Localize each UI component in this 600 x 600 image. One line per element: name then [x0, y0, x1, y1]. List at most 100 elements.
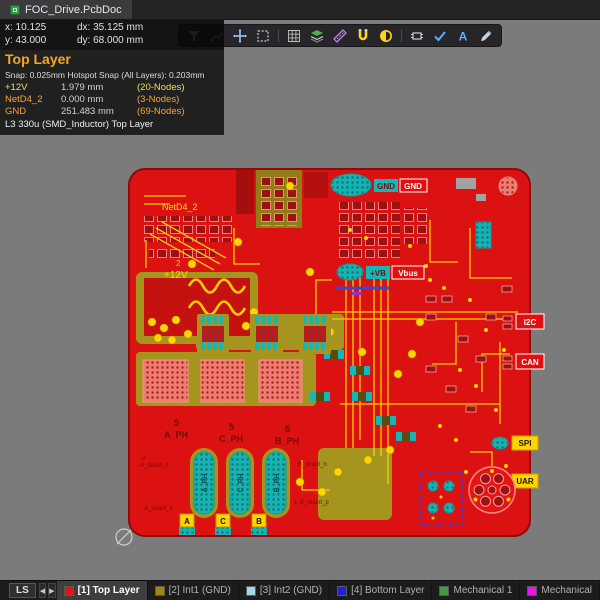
vbus-net-chip[interactable]: Vbus: [392, 266, 424, 279]
layer-tab-int1[interactable]: [2] Int1 (GND): [148, 581, 239, 600]
gnd-net-label: GND: [404, 182, 422, 191]
move-icon[interactable]: [232, 28, 248, 44]
connector-can[interactable]: CAN: [516, 354, 544, 369]
designator-l-ref: 2: [176, 259, 181, 268]
heads-up-display: x: 10.125 dx: 35.125 mm y: 43.000 dy: 68…: [0, 20, 224, 135]
phase-output-pad[interactable]: A_PH C_PH B_PH: [190, 448, 290, 518]
gnd-oval-pad[interactable]: [331, 174, 371, 196]
vb-pad-label: +VB: [370, 269, 386, 278]
bus-stub: [352, 292, 362, 295]
layer-color-chip: [527, 586, 537, 596]
layer-color-chip: [337, 586, 347, 596]
layer-tab-bottom-layer[interactable]: [4] Bottom Layer: [330, 581, 432, 600]
net-info-row: +12V 1.979 mm (20-Nodes): [0, 82, 224, 94]
select-area-icon[interactable]: [255, 28, 271, 44]
layer-color-chip: [246, 586, 256, 596]
grid-icon[interactable]: [286, 28, 302, 44]
svg-text:A_PH: A_PH: [164, 430, 188, 440]
net-info-row: GND 251.483 mm (69-Nodes): [0, 106, 224, 118]
connector-i2c[interactable]: I2C: [516, 314, 544, 329]
verify-icon[interactable]: [432, 28, 448, 44]
layer-color-chip: [439, 586, 449, 596]
svg-text:B_shunt_n: B_shunt_n: [298, 462, 327, 468]
next-layer-button[interactable]: ▶: [48, 583, 55, 598]
phase-pad-label: B_PH: [274, 474, 281, 493]
layer-color-chip: [64, 586, 74, 596]
driver-ic[interactable]: [197, 314, 331, 354]
svg-text:C_PH: C_PH: [219, 434, 243, 444]
layer-tab-int2[interactable]: [3] Int2 (GND): [239, 581, 330, 600]
mount-hole[interactable]: [499, 177, 517, 195]
document-tab-label: FOC_Drive.PcbDoc: [25, 4, 122, 16]
vbus-net-label: Vbus: [398, 269, 418, 278]
svg-text:A: A: [459, 29, 468, 43]
power-mosfet-pad[interactable]: [143, 360, 302, 402]
document-tab-bar: FOC_Drive.PcbDoc: [0, 0, 600, 20]
pin-label: A: [184, 517, 190, 526]
connector-label: SPI: [519, 439, 532, 448]
rotary-connector[interactable]: [469, 467, 515, 513]
gnd-net-chip[interactable]: GND: [400, 179, 427, 192]
edge-pad[interactable]: [476, 222, 491, 248]
layer-tab-label: Mechanical 1: [453, 585, 512, 596]
coord-y: y: 43.000: [5, 35, 77, 48]
connector-label: CAN: [521, 358, 539, 367]
layer-tab-label: [1] Top Layer: [78, 585, 140, 596]
pcb-editor-canvas[interactable]: A_PH C_PH B_PH: [0, 20, 600, 580]
toolbar-divider: [278, 29, 279, 42]
layer-tab-label: [4] Bottom Layer: [351, 585, 424, 596]
net-info-row: NetD4_2 0.000 mm (3-Nodes): [0, 94, 224, 106]
phase-pad-label: C_PH: [238, 474, 245, 493]
net-label-12v: +12V: [164, 270, 188, 281]
connector-spi[interactable]: SPI: [492, 436, 538, 450]
layer-tab-top-layer[interactable]: [1] Top Layer: [57, 581, 148, 600]
layer-tab-label: Mechanical: [541, 585, 592, 596]
toolbar-divider: [401, 29, 402, 42]
coord-dy: dy: 68.000 mm: [77, 35, 143, 48]
measure-icon[interactable]: [332, 28, 348, 44]
layer-set-button[interactable]: LS: [9, 583, 36, 598]
svg-text:5: 5: [229, 422, 234, 432]
component-icon[interactable]: [409, 28, 425, 44]
svg-text:5: 5: [285, 424, 290, 434]
phase-pad-label: A_PH: [202, 474, 209, 493]
pin-label: C: [220, 517, 226, 526]
layer-tab-mechanical-2[interactable]: Mechanical: [520, 581, 600, 600]
document-tab[interactable]: FOC_Drive.PcbDoc: [0, 0, 132, 19]
net-label-netd4-2: NetD4_2: [162, 202, 198, 212]
bottom-pin[interactable]: A C B: [179, 514, 267, 535]
altium-pcb-editor: FOC_Drive.PcbDoc: [0, 0, 600, 600]
vb-oval-pad[interactable]: [337, 264, 363, 280]
svg-text:B_shunt_p: B_shunt_p: [300, 500, 329, 506]
gnd-pad-label: GND: [377, 182, 395, 191]
mask-level-icon[interactable]: [378, 28, 394, 44]
layer-tab-label: [3] Int2 (GND): [260, 585, 322, 596]
origin-marker: [116, 529, 132, 545]
layer-color-chip: [155, 586, 165, 596]
snap-info: Snap: 0.025mm Hotspot Snap (All Layers):…: [0, 70, 224, 83]
svg-text:A_shunt_1: A_shunt_1: [144, 506, 173, 512]
layer-tab-mechanical-1[interactable]: Mechanical 1: [432, 581, 520, 600]
text-tool-icon[interactable]: A: [455, 28, 471, 44]
svg-text:B_PH: B_PH: [275, 436, 299, 446]
pcb-doc-icon: [10, 5, 20, 15]
svg-text:A_shunt_2: A_shunt_2: [140, 463, 169, 469]
draw-tool-icon[interactable]: [478, 28, 494, 44]
connector-label: I2C: [524, 318, 537, 327]
connector-label: UAR: [516, 477, 534, 486]
layer-status-bar: LS ◀ ▶ [1] Top Layer [2] Int1 (GND) [3] …: [0, 580, 600, 600]
layer-stack-icon[interactable]: [309, 28, 325, 44]
current-layer-title: Top Layer: [0, 50, 224, 70]
layer-tab-label: [2] Int1 (GND): [169, 585, 231, 596]
coord-x: x: 10.125: [5, 22, 77, 35]
snap-magnet-icon[interactable]: [355, 28, 371, 44]
cursor-coordinates: x: 10.125 dx: 35.125 mm y: 43.000 dy: 68…: [0, 20, 224, 50]
prev-layer-button[interactable]: ◀: [39, 583, 46, 598]
pin-label: B: [256, 517, 262, 526]
vb-pad-chip[interactable]: +VB: [366, 266, 390, 279]
svg-text:5: 5: [174, 418, 179, 428]
hovered-object-info: L3 330u (SMD_Inductor) Top Layer: [0, 118, 224, 131]
gnd-pad-chip[interactable]: GND: [374, 179, 398, 192]
quick-toolbar: A: [178, 24, 502, 47]
coord-dx: dx: 35.125 mm: [77, 22, 143, 35]
